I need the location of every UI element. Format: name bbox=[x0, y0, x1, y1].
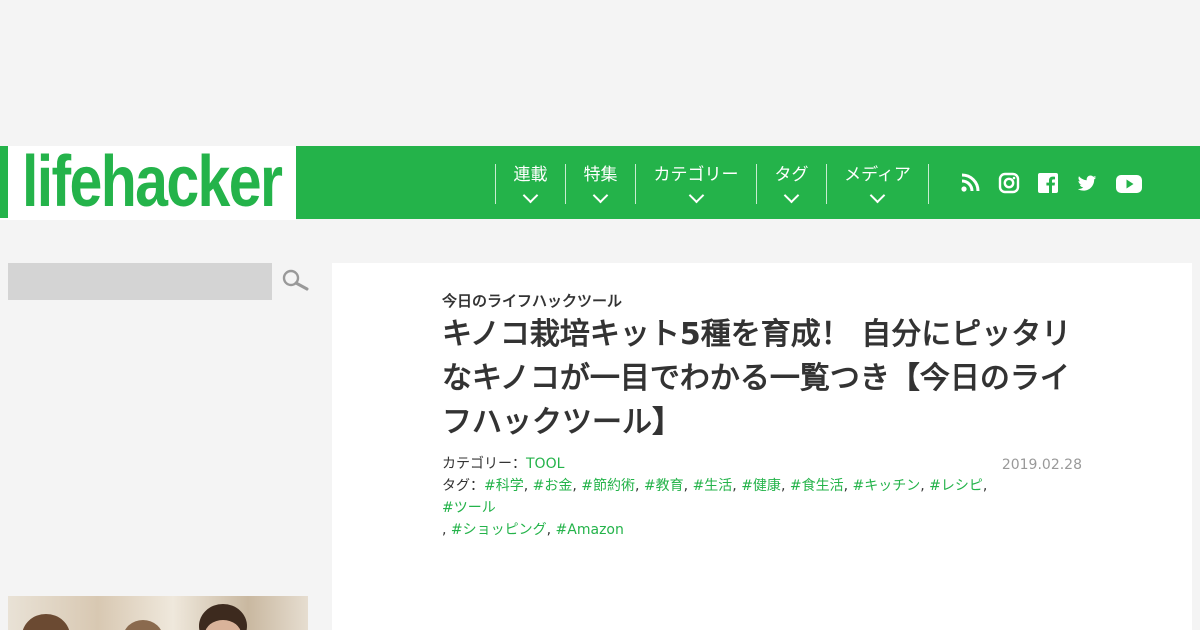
chevron-down-icon bbox=[783, 187, 800, 204]
sidebar-ad-image[interactable] bbox=[8, 596, 308, 630]
article-kicker[interactable]: 今日のライフハックツール bbox=[442, 290, 622, 311]
ad-photo bbox=[22, 604, 247, 630]
instagram-icon[interactable] bbox=[998, 172, 1020, 194]
tag-link[interactable]: #生活 bbox=[693, 478, 733, 494]
twitter-icon[interactable] bbox=[1076, 172, 1098, 194]
chevron-down-icon bbox=[869, 187, 886, 204]
nav-item-label: 連載 bbox=[513, 165, 548, 185]
tag-link[interactable]: #節約術 bbox=[581, 478, 635, 494]
category-link[interactable]: TOOL bbox=[526, 456, 564, 472]
rss-icon[interactable] bbox=[960, 172, 980, 194]
tag-link[interactable]: #Amazon bbox=[556, 522, 624, 538]
tag-line: タグ：#科学, #お金, #節約術, #教育, #生活, #健康, #食生活, … bbox=[442, 478, 988, 538]
category-line: カテゴリー：TOOL bbox=[442, 453, 1002, 475]
tag-link[interactable]: #科学 bbox=[484, 478, 524, 494]
nav-item-series[interactable]: 連載 bbox=[496, 164, 565, 204]
tag-link[interactable]: #食生活 bbox=[790, 478, 844, 494]
tag-link[interactable]: #ショッピング bbox=[451, 522, 547, 538]
category-label: カテゴリー： bbox=[442, 456, 526, 472]
main-navigation: 連載 特集 カテゴリー タグ メディア bbox=[296, 146, 1200, 219]
nav-item-features[interactable]: 特集 bbox=[566, 164, 635, 204]
youtube-icon[interactable] bbox=[1116, 173, 1142, 195]
article-title[interactable]: キノコ栽培キット5種を育成！ 自分にピッタリなキノコが一目でわかる一覧つき【今日… bbox=[442, 313, 1072, 445]
nav-separator bbox=[928, 164, 929, 204]
tag-link[interactable]: #ツール bbox=[442, 500, 496, 516]
nav-item-tags[interactable]: タグ bbox=[757, 164, 826, 204]
site-logo[interactable]: lifehacker bbox=[22, 142, 283, 222]
tag-link[interactable]: #レシピ bbox=[929, 478, 983, 494]
article-date: 2019.02.28 bbox=[1001, 457, 1082, 473]
nav-item-media[interactable]: メディア bbox=[827, 164, 928, 204]
tag-link[interactable]: #教育 bbox=[644, 478, 684, 494]
facebook-icon[interactable] bbox=[1037, 172, 1059, 194]
tag-link[interactable]: #健康 bbox=[741, 478, 781, 494]
tag-link[interactable]: #キッチン bbox=[852, 478, 920, 494]
chevron-down-icon bbox=[592, 187, 609, 204]
article-card: 今日のライフハックツール キノコ栽培キット5種を育成！ 自分にピッタリなキノコが… bbox=[332, 263, 1192, 630]
article-meta: カテゴリー：TOOL タグ：#科学, #お金, #節約術, #教育, #生活, … bbox=[442, 453, 1002, 541]
tag-link[interactable]: #お金 bbox=[533, 478, 573, 494]
logo-area[interactable]: lifehacker bbox=[0, 142, 296, 222]
nav-item-label: タグ bbox=[774, 165, 809, 185]
chevron-down-icon bbox=[522, 187, 539, 204]
search-icon[interactable] bbox=[280, 268, 310, 294]
nav-item-label: カテゴリー bbox=[653, 165, 739, 185]
nav-item-label: 特集 bbox=[583, 165, 618, 185]
logo-stripe bbox=[0, 146, 8, 218]
search-input[interactable] bbox=[8, 263, 272, 300]
chevron-down-icon bbox=[688, 187, 704, 204]
nav-item-label: メディア bbox=[844, 165, 911, 185]
nav-item-categories[interactable]: カテゴリー bbox=[636, 164, 756, 204]
tag-label: タグ： bbox=[442, 478, 484, 494]
